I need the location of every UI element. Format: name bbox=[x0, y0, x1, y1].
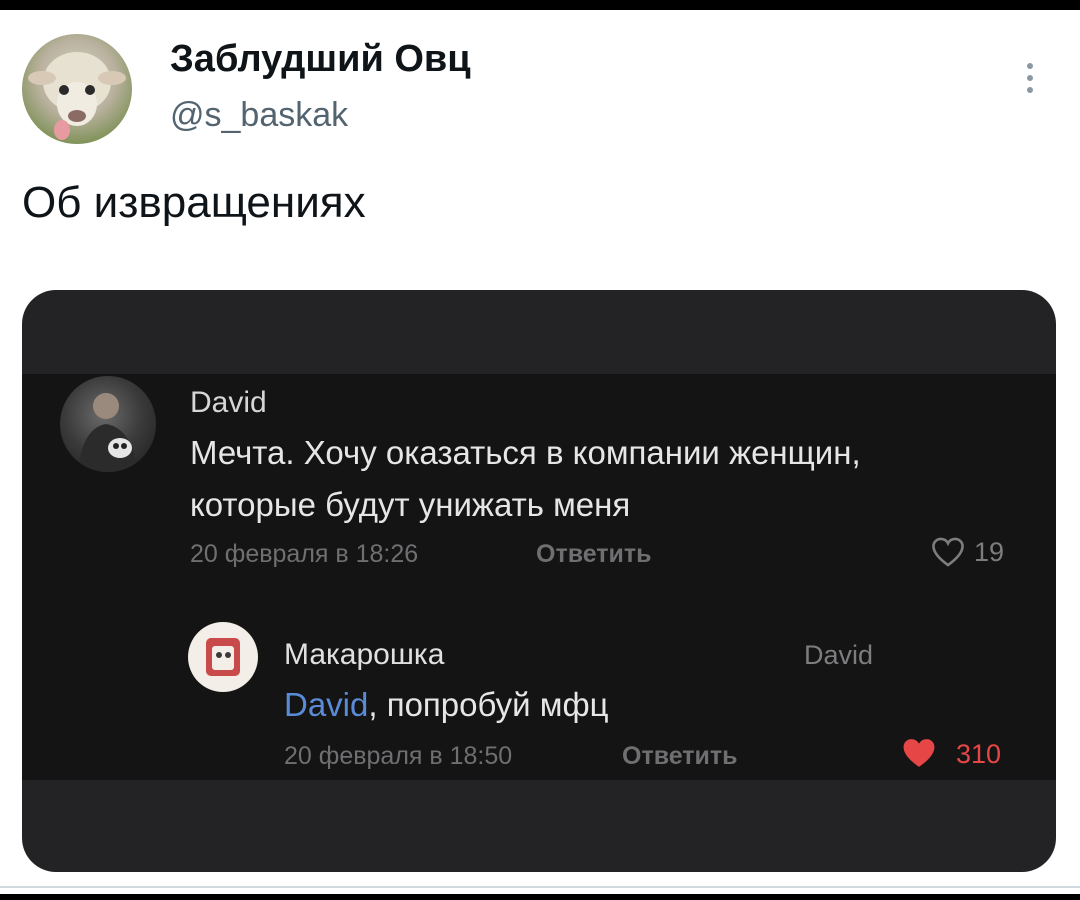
comment-text-line-2: которые будут унижать меня bbox=[190, 486, 631, 523]
bottom-edge-bar bbox=[0, 894, 1080, 900]
reply-to-label[interactable]: David bbox=[804, 640, 873, 671]
heart-filled-icon[interactable] bbox=[900, 736, 938, 770]
reply-author[interactable]: Макарошка bbox=[284, 638, 444, 672]
comment-author[interactable]: David bbox=[190, 386, 267, 420]
comment-timestamp: 20 февраля в 18:26 bbox=[190, 540, 419, 568]
author-avatar[interactable] bbox=[22, 34, 132, 144]
reply-timestamp: 20 февраля в 18:50 bbox=[284, 742, 513, 770]
reply-like-count: 310 bbox=[956, 739, 1002, 769]
top-edge-bar bbox=[0, 0, 1080, 10]
reply-body: , попробуй мфц bbox=[368, 686, 609, 723]
comment-like-count: 19 bbox=[974, 537, 1005, 567]
comment-text-line-1: Мечта. Хочу оказаться в компании женщин, bbox=[190, 434, 861, 471]
divider bbox=[0, 886, 1080, 888]
sheep-avatar-image bbox=[28, 52, 126, 140]
comment-reply-button[interactable]: Ответить bbox=[536, 540, 652, 569]
tweet-text: Об извращениях bbox=[22, 178, 366, 227]
comment-avatar[interactable] bbox=[60, 376, 156, 472]
author-name[interactable]: Заблудший Овц bbox=[170, 38, 471, 81]
reply-avatar[interactable] bbox=[188, 622, 258, 692]
tweet-media-screenshot[interactable]: David Мечта. Хочу оказаться в компании ж… bbox=[22, 290, 1056, 872]
reply-text: David, попробуй мфц bbox=[284, 686, 609, 724]
author-handle[interactable]: @s_baskak bbox=[170, 96, 348, 135]
more-vertical-icon[interactable] bbox=[1018, 58, 1042, 102]
reply-mention[interactable]: David bbox=[284, 686, 368, 723]
heart-outline-icon[interactable] bbox=[930, 536, 966, 568]
reply-reply-button[interactable]: Ответить bbox=[622, 742, 738, 771]
